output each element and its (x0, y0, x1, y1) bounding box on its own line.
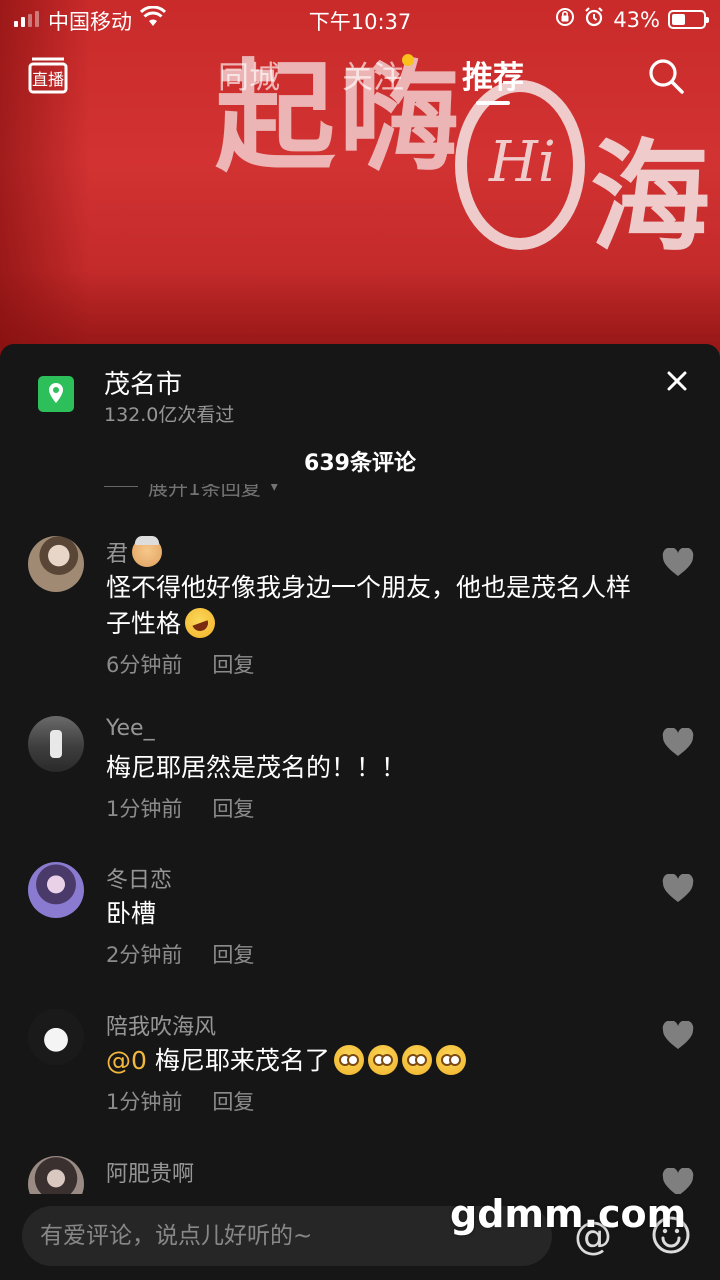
reply-button[interactable]: 回复 (212, 1086, 254, 1116)
tab-following-label: 关注 (342, 60, 404, 96)
tab-recommend-label: 推荐 (462, 60, 524, 96)
flushed-emoji (367, 1045, 398, 1075)
active-tab-indicator (476, 101, 510, 105)
status-bar: 中国移动 下午10:37 43% (0, 0, 720, 38)
old-man-emoji (132, 536, 163, 567)
location-header[interactable]: 茂名市 132.0亿次看过 (0, 344, 720, 434)
expand-replies-label: 展开1条回复 (148, 484, 261, 500)
comment-meta: 2分钟前 回复 (106, 939, 254, 969)
comment-username[interactable]: 阿肥贵啊 (106, 1156, 194, 1188)
comment-username[interactable]: 冬日恋 (106, 862, 172, 894)
flushed-emoji (435, 1045, 466, 1075)
comment-meta: 6分钟前 回复 (106, 649, 254, 679)
avatar[interactable] (28, 862, 84, 918)
comment-time: 1分钟前 (106, 797, 183, 821)
comment-text: 梅尼耶居然是茂名的！！！ (106, 753, 407, 782)
expand-replies[interactable]: 展开1条回复 ▾ (104, 484, 278, 508)
comment-text: 卧槽 (106, 899, 157, 928)
location-pin-icon (38, 376, 74, 412)
comment-username[interactable]: 陪我吹海风 (106, 1009, 216, 1041)
comment-username[interactable]: Yee_ (106, 716, 155, 741)
tab-recommend[interactable]: 推荐 (462, 52, 524, 105)
comment-count: 639条评论 (304, 451, 416, 476)
sign-text-2: 海 (590, 129, 710, 268)
avatar[interactable] (28, 716, 84, 772)
search-icon[interactable] (646, 56, 686, 96)
rotation-lock-icon (555, 7, 575, 32)
laughing-emoji (180, 603, 220, 643)
heart-icon[interactable] (662, 1020, 694, 1051)
comment-text: @0 梅尼耶来茂名了 (106, 1043, 651, 1079)
comment-meta: 1分钟前 回复 (106, 793, 254, 823)
comment-time: 2分钟前 (106, 943, 183, 967)
flushed-emoji (333, 1045, 364, 1075)
reply-button[interactable]: 回复 (212, 939, 254, 969)
tab-following[interactable]: 关注 (342, 52, 414, 97)
location-name: 茂名市 (104, 370, 183, 400)
comment-time: 1分钟前 (106, 1090, 183, 1114)
tab-same-city[interactable]: 同城 (218, 52, 280, 97)
mention-link[interactable]: @0 (106, 1046, 147, 1075)
close-icon[interactable] (662, 366, 692, 396)
comment-meta: 1分钟前 回复 (106, 1086, 254, 1116)
reply-button[interactable]: 回复 (212, 649, 254, 679)
avatar[interactable] (28, 536, 84, 592)
alarm-icon (583, 6, 605, 33)
heart-icon[interactable] (662, 873, 694, 904)
comment-text: 怪不得他好像我身边一个朋友，他也是茂名人样子性格 (106, 570, 651, 643)
battery-icon (668, 10, 709, 29)
heart-icon[interactable] (662, 727, 694, 758)
notification-dot (402, 54, 414, 66)
sign-logo-text: Hi (489, 130, 556, 195)
avatar[interactable] (28, 1009, 84, 1065)
heart-icon[interactable] (662, 547, 694, 578)
comment-panel: 茂名市 132.0亿次看过 639条评论 展开1条回复 ▾ 君 怪不得他好像我身… (0, 344, 720, 1280)
chevron-down-icon: ▾ (270, 484, 278, 495)
top-nav: 直播 同城 关注 推荐 (0, 48, 720, 108)
comment-time: 6分钟前 (106, 653, 183, 677)
watermark: gdmm.com (450, 1192, 687, 1236)
reply-button[interactable]: 回复 (212, 793, 254, 823)
flushed-emoji (401, 1045, 432, 1075)
location-view-count: 132.0亿次看过 (104, 404, 235, 426)
comment-username[interactable]: 君 (106, 536, 163, 568)
battery-percent: 43% (613, 7, 660, 32)
